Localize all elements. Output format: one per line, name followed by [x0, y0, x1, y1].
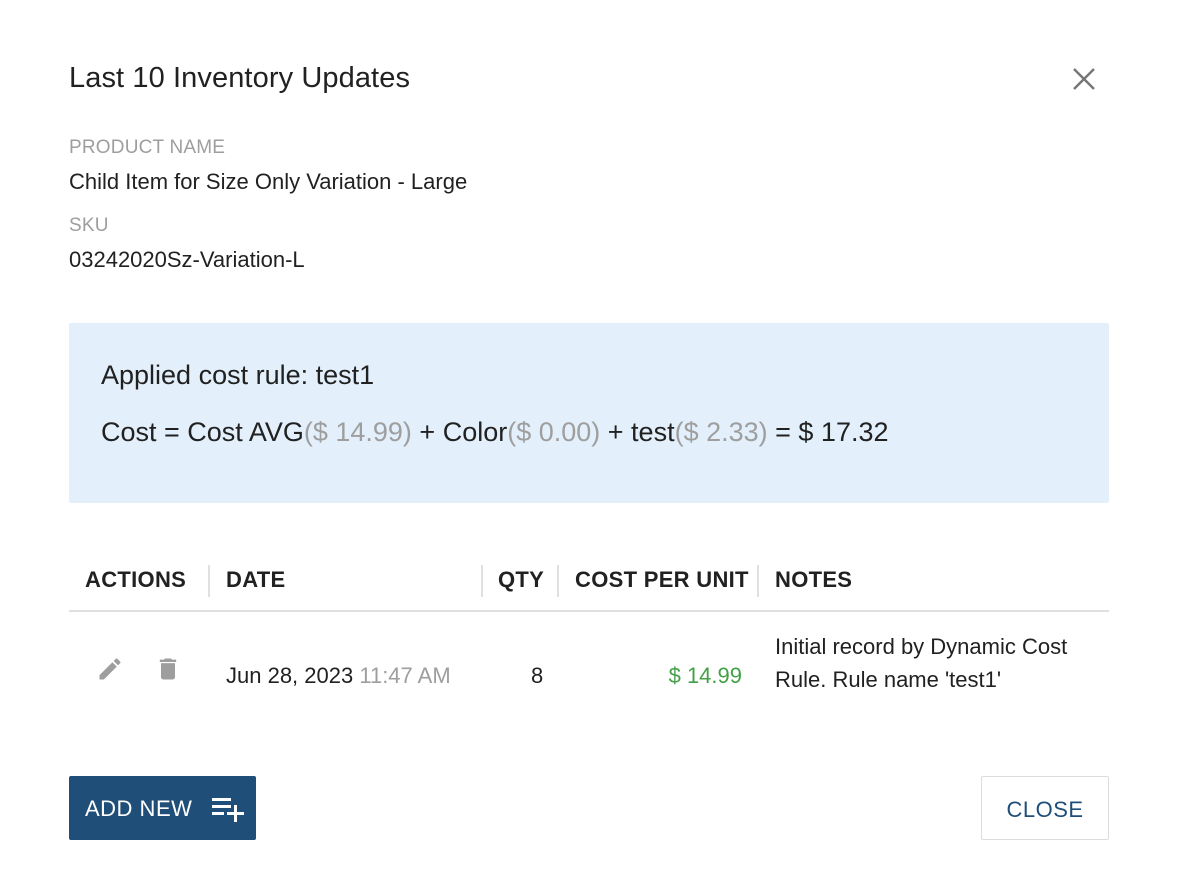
add-new-button[interactable]: ADD NEW	[69, 776, 256, 840]
header-actions[interactable]: ACTIONS	[85, 567, 186, 593]
trash-icon[interactable]	[154, 654, 182, 689]
inventory-updates-table: ACTIONS DATE QTY COST PER UNIT NOTES Jun…	[69, 553, 1109, 712]
formula-color-term: + Color	[411, 417, 508, 447]
row-date-day: Jun 28, 2023	[226, 663, 354, 688]
header-notes[interactable]: NOTES	[775, 567, 852, 593]
product-name-label: PRODUCT NAME	[69, 137, 226, 158]
header-date[interactable]: DATE	[226, 567, 285, 593]
row-notes-line: Initial record by Dynamic Cost	[775, 634, 1068, 659]
formula-color-value: ($ 0.00)	[507, 417, 601, 447]
row-cost-per-unit: $ 14.99	[668, 663, 742, 688]
row-date: Jun 28, 2023 11:47 AM	[226, 663, 451, 689]
formula-test-value: ($ 2.33)	[674, 417, 768, 447]
close-button-label: CLOSE	[1006, 797, 1084, 822]
formula-result: = $ 17.32	[767, 417, 889, 447]
row-date-time: 11:47 AM	[359, 663, 451, 688]
row-notes: Initial record by Dynamic Cost Rule. Rul…	[775, 630, 1067, 696]
add-new-label: ADD NEW	[85, 796, 193, 821]
sku-value: 03242020Sz-Variation-L	[69, 247, 305, 272]
cost-rule-title: Applied cost rule: test1	[101, 360, 375, 390]
row-notes-line: Rule. Rule name 'test1'	[775, 667, 1002, 692]
close-icon[interactable]	[1068, 63, 1100, 95]
inventory-updates-dialog: Last 10 Inventory Updates PRODUCT NAME C…	[0, 0, 1180, 894]
product-name-value: Child Item for Size Only Variation - Lar…	[69, 169, 468, 194]
column-divider	[481, 565, 483, 597]
formula-prefix: Cost = Cost AVG	[101, 417, 304, 447]
close-button[interactable]: CLOSE	[981, 776, 1109, 840]
cost-rule-formula: Cost = Cost AVG($ 14.99) + Color($ 0.00)…	[101, 417, 889, 448]
pencil-icon[interactable]	[96, 655, 124, 688]
formula-avg-value: ($ 14.99)	[303, 417, 412, 447]
cost-rule-panel: Applied cost rule: test1 Cost = Cost AVG…	[69, 323, 1109, 503]
column-divider	[208, 565, 210, 597]
header-qty[interactable]: QTY	[498, 567, 544, 593]
column-divider	[757, 565, 759, 597]
column-divider	[557, 565, 559, 597]
sku-label: SKU	[69, 215, 109, 236]
dialog-title: Last 10 Inventory Updates	[69, 62, 411, 94]
table-header: ACTIONS DATE QTY COST PER UNIT NOTES	[69, 553, 1109, 612]
playlist-add-icon	[212, 794, 246, 825]
formula-test-term: + test	[600, 417, 675, 447]
table-row: Jun 28, 2023 11:47 AM 8 $ 14.99 Initial …	[69, 612, 1109, 712]
header-cost-per-unit[interactable]: COST PER UNIT	[575, 567, 749, 593]
row-qty: 8	[531, 663, 544, 688]
